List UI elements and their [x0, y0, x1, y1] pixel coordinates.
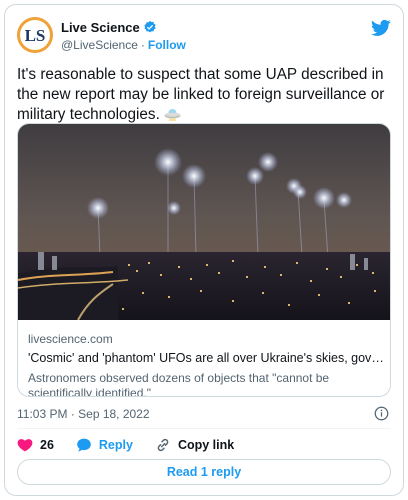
tweet-embed-card: LS Live Science @LiveScience · Follow It… — [4, 4, 404, 496]
link-domain: livescience.com — [28, 332, 113, 346]
link-meta: livescience.com 'Cosmic' and 'phantom' U… — [28, 332, 384, 397]
heart-icon — [17, 439, 33, 452]
like-button[interactable]: 26 — [17, 437, 54, 453]
flying-saucer-icon — [164, 109, 181, 121]
reply-label: Reply — [98, 438, 133, 452]
follow-button[interactable]: Follow — [148, 38, 186, 52]
tweet-body: It's reasonable to suspect that some UAP… — [17, 66, 385, 123]
tweet-text: It's reasonable to suspect that some UAP… — [17, 65, 389, 125]
like-count: 26 — [40, 438, 54, 452]
reply-button[interactable]: Reply — [76, 437, 133, 453]
link-description: Astronomers observed dozens of objects t… — [28, 371, 330, 397]
tweet-timestamp[interactable]: 11:03 PM · Sep 18, 2022 — [17, 407, 150, 421]
author-names: Live Science @LiveScience · Follow — [61, 19, 186, 53]
link-title: 'Cosmic' and 'phantom' UFOs are all over… — [28, 351, 384, 365]
link-icon — [157, 438, 169, 452]
info-icon[interactable] — [374, 406, 389, 421]
avatar-monogram: LS — [25, 26, 46, 45]
link-preview-card[interactable]: livescience.com 'Cosmic' and 'phantom' U… — [17, 123, 391, 397]
copy-link-label: Copy link — [177, 438, 235, 452]
speech-bubble-icon — [77, 438, 91, 452]
author-display-name[interactable]: Live Science — [61, 20, 140, 35]
twitter-bird-icon[interactable] — [371, 19, 391, 37]
read-replies-button[interactable]: Read 1 reply — [17, 459, 391, 485]
verified-badge-icon — [144, 20, 156, 33]
author-handle[interactable]: @LiveScience — [61, 38, 138, 52]
divider — [17, 428, 391, 429]
avatar[interactable]: LS — [17, 17, 53, 53]
copy-link-button[interactable]: Copy link — [155, 437, 234, 453]
night-sky-city-photo — [18, 124, 390, 320]
tweet-header: LS Live Science @LiveScience · Follow — [17, 17, 391, 57]
tweet-actions: 26 Reply Copy link — [17, 435, 256, 455]
handle-separator: · — [140, 38, 145, 52]
